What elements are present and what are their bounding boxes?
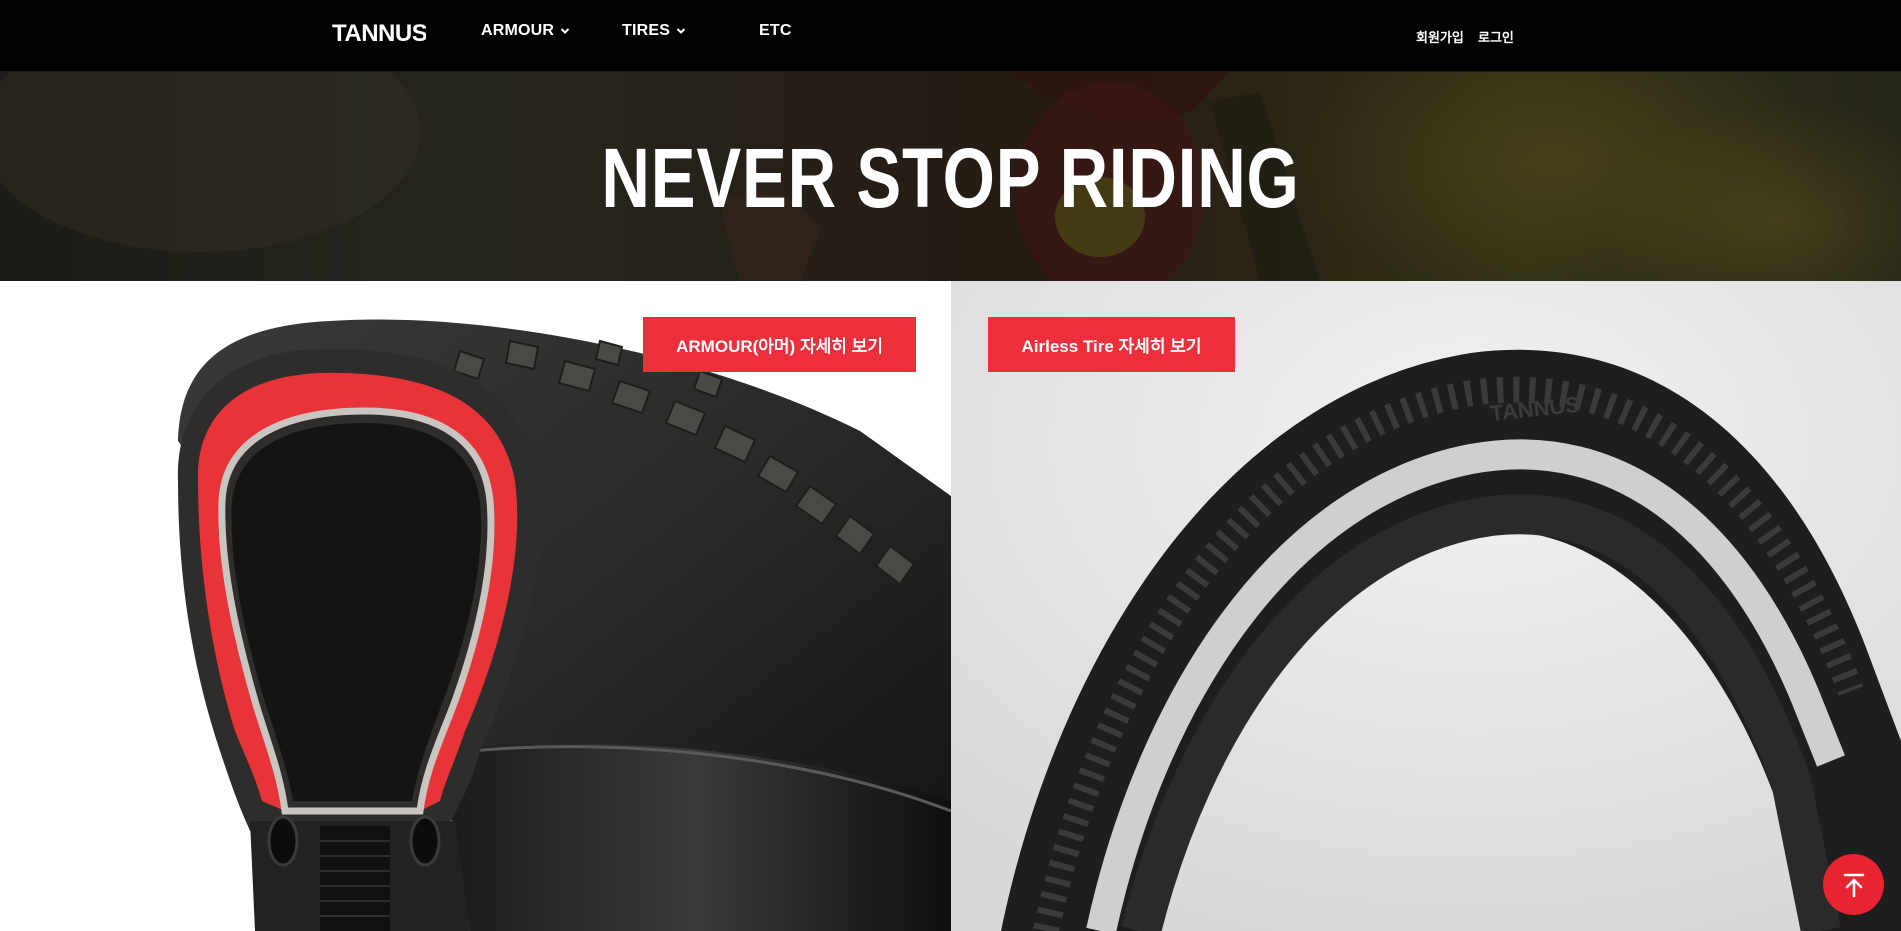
armour-product-panel: ARMOUR(아머) 자세히 보기 xyxy=(0,281,951,931)
tannus-logo[interactable]: TANNUS xyxy=(332,18,426,46)
chevron-down-icon xyxy=(560,27,570,35)
tannus-logo-icon: TANNUS xyxy=(332,20,426,45)
logo-wordmark: TANNUS xyxy=(332,20,426,45)
login-link[interactable]: 로그인 xyxy=(1478,27,1514,46)
nav-armour[interactable]: ARMOUR xyxy=(481,22,570,40)
top-navigation-bar: TANNUS ARMOUR TIRES ETC 회원가입 로그인 xyxy=(0,0,1901,72)
airless-product-panel: TANNUS Airless Tire 자세히 보기 xyxy=(951,281,1901,931)
nav-tires-label: TIRES xyxy=(622,22,671,39)
airless-details-button[interactable]: Airless Tire 자세히 보기 xyxy=(988,317,1235,372)
armour-details-button[interactable]: ARMOUR(아머) 자세히 보기 xyxy=(643,317,916,372)
nav-tires[interactable]: TIRES xyxy=(622,22,686,40)
arrow-up-to-top-icon xyxy=(1843,873,1864,897)
nav-etc[interactable]: ETC xyxy=(759,22,792,40)
hero-title: NEVER STOP RIDING xyxy=(601,131,1300,225)
airless-road-tire-icon: TANNUS xyxy=(951,281,1901,931)
hero-banner: NEVER STOP RIDING xyxy=(0,72,1901,281)
nav-etc-label: ETC xyxy=(759,22,792,39)
nav-armour-label: ARMOUR xyxy=(481,22,555,39)
signup-link[interactable]: 회원가입 xyxy=(1416,27,1464,46)
chevron-down-icon xyxy=(676,27,686,35)
scroll-to-top-button[interactable] xyxy=(1823,854,1884,915)
tire-armour-cross-section-icon xyxy=(177,319,951,931)
